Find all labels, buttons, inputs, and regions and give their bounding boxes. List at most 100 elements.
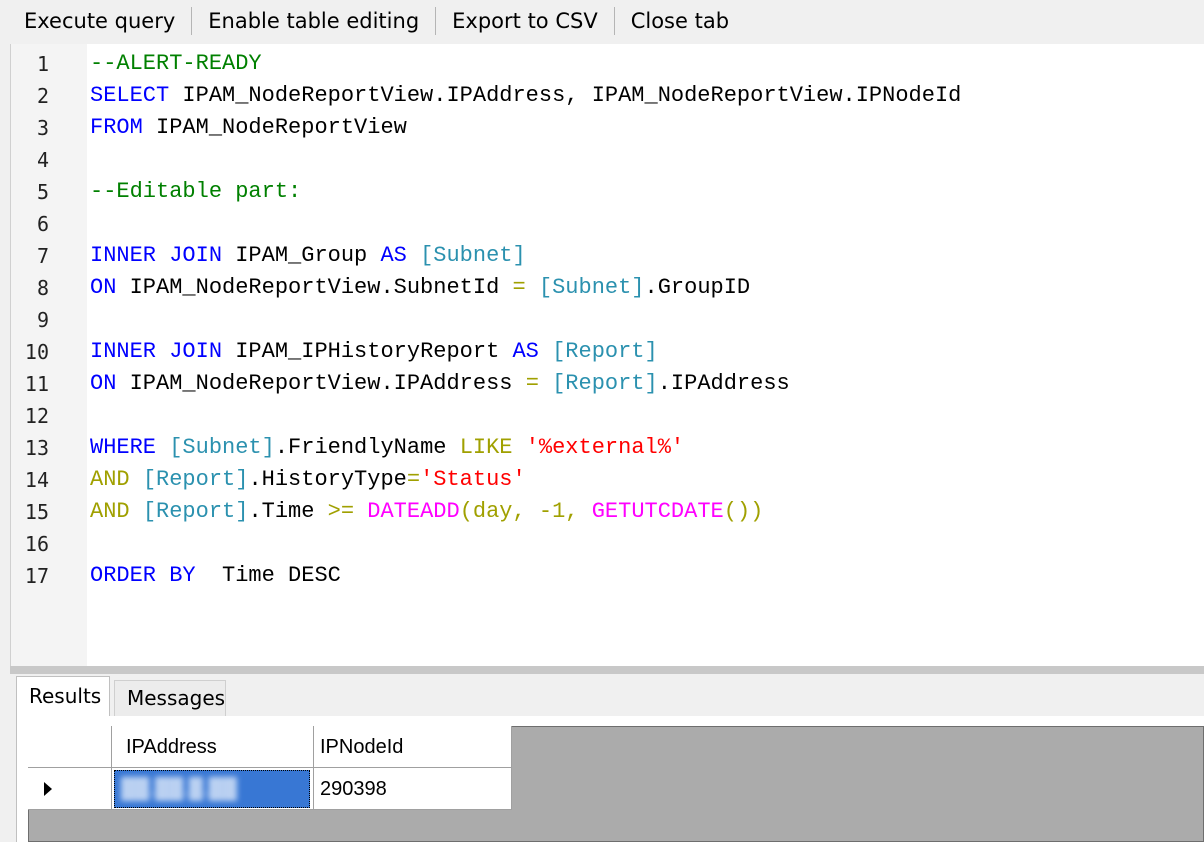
table-cell-ipaddress[interactable]: ██.██.█.██ [112, 768, 314, 810]
code-token: [Subnet] [420, 243, 526, 268]
code-line[interactable]: 6 [11, 208, 1204, 240]
line-content[interactable]: WHERE [Subnet].FriendlyName LIKE '%exter… [90, 432, 684, 464]
code-token: INNER JOIN [90, 243, 223, 268]
line-content[interactable]: AND [Report].HistoryType='Status' [90, 464, 526, 496]
line-content[interactable]: ON IPAM_NodeReportView.SubnetId = [Subne… [90, 272, 750, 304]
code-line[interactable]: 17 ORDER BY Time DESC [11, 560, 1204, 592]
tab-results[interactable]: Results [16, 676, 110, 718]
code-token: LIKE [459, 435, 513, 460]
code-token: [Report] [552, 339, 658, 364]
code-token: AND [90, 467, 130, 492]
line-content[interactable]: SELECT IPAM_NodeReportView.IPAddress, IP… [90, 80, 961, 112]
code-token: [Report] [142, 499, 249, 524]
line-number: 6 [36, 212, 49, 236]
code-area[interactable]: 1 --ALERT-READY 2 SELECT IPAM_NodeReportVie… [11, 48, 1204, 592]
sql-editor[interactable]: 1 --ALERT-READY 2 SELECT IPAM_NodeReportVie… [10, 44, 1204, 666]
code-line[interactable]: 4 [11, 144, 1204, 176]
code-token: [Subnet] [169, 435, 275, 460]
line-number: 1 [36, 52, 49, 76]
code-token: .GroupID [644, 275, 751, 300]
code-line[interactable]: 5 --Editable part: [11, 176, 1204, 208]
code-line[interactable]: 2 SELECT IPAM_NodeReportView.IPAddress, I… [11, 80, 1204, 112]
code-token: [Report] [142, 467, 249, 492]
code-line[interactable]: 10 INNER JOIN IPAM_IPHistoryReport AS [Re… [11, 336, 1204, 368]
code-token: AS [512, 339, 539, 364]
line-number: 16 [24, 532, 49, 556]
code-token: FROM [90, 115, 143, 140]
code-line[interactable]: 12 [11, 400, 1204, 432]
code-token: Time DESC [195, 563, 341, 588]
line-content[interactable]: --Editable part: [90, 176, 301, 208]
current-row-arrow-icon [44, 782, 52, 796]
line-number: 2 [36, 84, 49, 108]
line-content[interactable]: --ALERT-READY [90, 48, 262, 80]
code-token: = [406, 467, 421, 492]
tab-messages[interactable]: Messages [114, 680, 226, 716]
code-token: .Time [248, 499, 328, 524]
code-line[interactable]: 11 ON IPAM_NodeReportView.IPAddress = [Re… [11, 368, 1204, 400]
code-token: DATEADD [367, 499, 460, 524]
code-token: .HistoryType [248, 467, 407, 492]
code-line[interactable]: 15 AND [Report].Time >= DATEADD(day, -1, … [11, 496, 1204, 528]
execute-query-button[interactable]: Execute query [0, 6, 191, 36]
line-number: 13 [24, 436, 49, 460]
code-token: 'Status' [420, 467, 526, 492]
code-token: .IPAddress [657, 371, 790, 396]
line-content[interactable]: ORDER BY Time DESC [90, 560, 341, 592]
code-token: IPAM_Group [222, 243, 381, 268]
code-line[interactable]: 3 FROM IPAM_NodeReportView [11, 112, 1204, 144]
line-content[interactable]: AND [Report].Time >= DATEADD(day, -1, GE… [90, 496, 763, 528]
code-token: ON [90, 371, 117, 396]
code-token: --ALERT-READY [90, 51, 262, 76]
code-line[interactable]: 9 [11, 304, 1204, 336]
line-number: 9 [36, 308, 49, 332]
line-number: 7 [36, 244, 49, 268]
code-token: [Report] [552, 371, 658, 396]
line-number: 11 [24, 372, 49, 396]
code-token: AS [380, 243, 407, 268]
code-token: IPAM_NodeReportView.IPAddress [116, 371, 526, 396]
line-number: 17 [24, 564, 49, 588]
code-token: AND [90, 499, 130, 524]
grid-corner-cell[interactable] [28, 726, 112, 768]
code-token: ON [90, 275, 117, 300]
enable-table-editing-button[interactable]: Enable table editing [192, 6, 435, 36]
code-line[interactable]: 14 AND [Report].HistoryType='Status' [11, 464, 1204, 496]
code-token: = [525, 371, 539, 396]
code-line[interactable]: 13 WHERE [Subnet].FriendlyName LIKE '%ext… [11, 432, 1204, 464]
code-line[interactable]: 7 INNER JOIN IPAM_Group AS [Subnet] [11, 240, 1204, 272]
line-number: 14 [24, 468, 49, 492]
column-header-ipaddress[interactable]: IPAddress [112, 726, 314, 768]
line-number: 15 [24, 500, 49, 524]
line-content[interactable]: FROM IPAM_NodeReportView [90, 112, 407, 144]
line-content[interactable]: INNER JOIN IPAM_IPHistoryReport AS [Repo… [90, 336, 658, 368]
close-tab-button[interactable]: Close tab [615, 6, 745, 36]
code-token: >= [327, 499, 355, 524]
code-line[interactable]: 1 --ALERT-READY [11, 48, 1204, 80]
table-cell-ipnodeid[interactable]: 290398 [314, 768, 512, 810]
column-header-ipnodeid[interactable]: IPNodeId [314, 726, 512, 768]
code-token: GETUTCDATE [591, 499, 724, 524]
export-to-csv-button[interactable]: Export to CSV [436, 6, 614, 36]
pane-splitter[interactable] [10, 666, 1204, 674]
row-header[interactable] [28, 768, 112, 810]
code-token: IPAM_NodeReportView [142, 115, 407, 140]
code-token: IPAM_IPHistoryReport [222, 339, 513, 364]
line-number: 3 [36, 116, 49, 140]
code-token: = [512, 275, 526, 300]
code-line[interactable]: 16 [11, 528, 1204, 560]
code-token: WHERE [90, 435, 157, 460]
line-content[interactable]: ON IPAM_NodeReportView.IPAddress = [Repo… [90, 368, 790, 400]
line-content[interactable]: INNER JOIN IPAM_Group AS [Subnet] [90, 240, 526, 272]
code-token: (day, -1, [459, 499, 592, 524]
code-line[interactable]: 8 ON IPAM_NodeReportView.SubnetId = [Subn… [11, 272, 1204, 304]
code-token: ORDER BY [90, 563, 196, 588]
code-token: INNER JOIN [90, 339, 223, 364]
